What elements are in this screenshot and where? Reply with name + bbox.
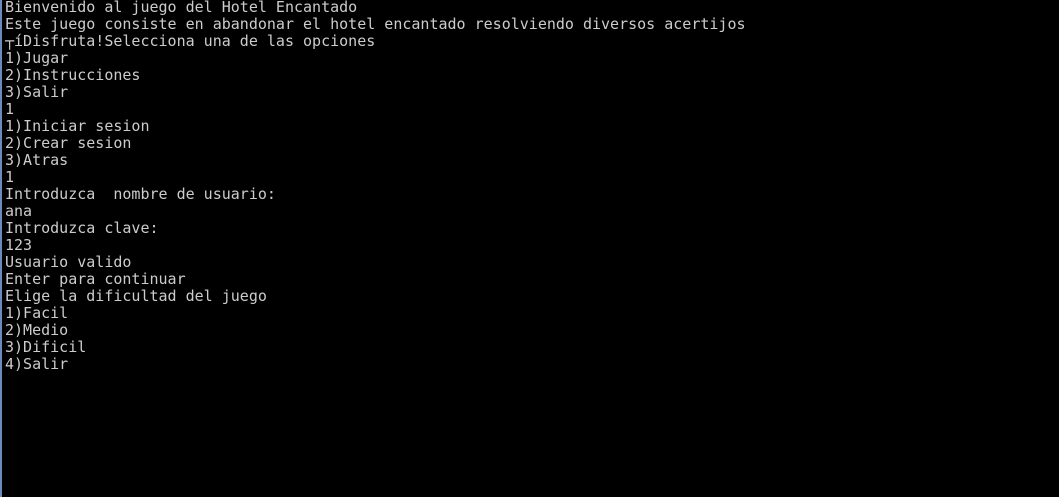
console-line: 4)Salir	[5, 355, 69, 373]
window-left-border	[0, 0, 2, 497]
console-window[interactable]: Bienvenido al juego del Hotel Encantado …	[0, 0, 1059, 497]
console-output: Bienvenido al juego del Hotel Encantado …	[5, 0, 1059, 374]
